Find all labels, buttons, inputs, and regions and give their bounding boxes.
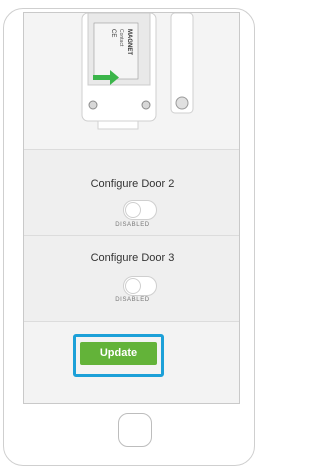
sensor-photo: MAGNET Contact CE [24,13,239,149]
sensor-illustration: MAGNET Contact CE [24,13,239,149]
door-3-toggle-knob [125,278,141,294]
door-3-state: DISABLED [115,297,150,303]
door-2-state: DISABLED [115,222,150,228]
home-button[interactable] [118,413,152,447]
door-3-toggle[interactable] [123,276,157,296]
sensor-label-subtext: Contact [118,29,124,47]
update-button[interactable]: Update [80,342,157,365]
door-3-section: Configure Door 3 DISABLED [24,235,239,321]
update-focus-ring: Update [73,334,164,377]
sensor-label-code: CE [110,29,116,37]
door-2-title: Configure Door 2 [90,178,175,190]
door-3-title: Configure Door 3 [90,252,175,264]
door-2-toggle-knob [125,202,141,218]
door-2-toggle[interactable] [123,200,157,220]
sensor-label-text: MAGNET [126,29,132,55]
door-2-section: Configure Door 2 DISABLED [24,149,239,235]
